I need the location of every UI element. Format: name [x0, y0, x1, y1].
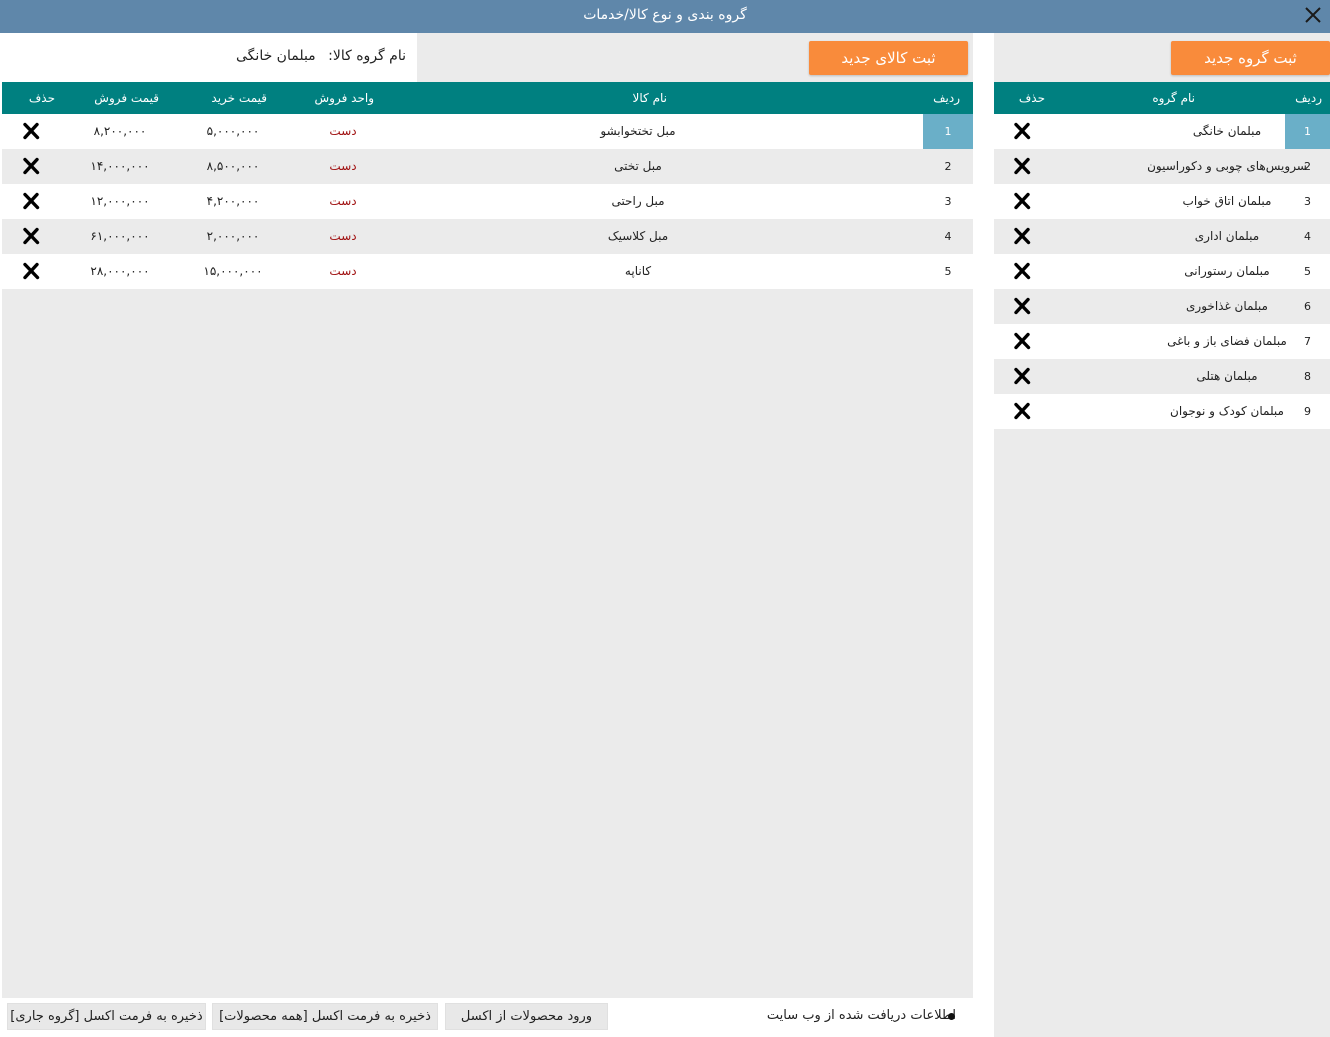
group-row[interactable]: 9 مبلمان کودک و نوجوان: [994, 394, 1330, 429]
group-row[interactable]: 5 مبلمان رستورانی: [994, 254, 1330, 289]
status-text: اطلاعات دریافت شده از وب سایت: [766, 1008, 956, 1023]
window-title: گروه بندی و نوع کالا/خدمات: [583, 7, 747, 23]
new-product-button[interactable]: ثبت کالای جدید: [809, 41, 968, 75]
row-number: 5: [944, 265, 952, 278]
group-row[interactable]: 3 مبلمان اتاق خواب: [994, 184, 1330, 219]
delete-icon[interactable]: [1013, 122, 1031, 140]
delete-icon[interactable]: [22, 122, 40, 140]
group-name-cell: سرویس‌های چوبی و دکوراسیون: [1147, 159, 1307, 173]
product-row[interactable]: 4 مبل کلاسیک دست ۲,۰۰۰,۰۰۰ ۶۱,۰۰۰,۰۰۰: [2, 219, 973, 254]
row-number: 4: [944, 230, 952, 243]
close-icon[interactable]: [1302, 4, 1324, 26]
buy-price-cell: ۵,۰۰۰,۰۰۰: [206, 124, 260, 138]
product-row[interactable]: 3 مبل راحتی دست ۴,۲۰۰,۰۰۰ ۱۲,۰۰۰,۰۰۰: [2, 184, 973, 219]
sell-price-cell: ۱۴,۰۰۰,۰۰۰: [90, 159, 150, 173]
header-group-name: نام گروه: [1152, 91, 1195, 105]
delete-icon[interactable]: [1013, 332, 1031, 350]
group-name-cell: مبلمان فضای باز و باغی: [1167, 334, 1287, 348]
buy-price-cell: ۸,۵۰۰,۰۰۰: [206, 159, 260, 173]
delete-icon[interactable]: [1013, 402, 1031, 420]
export-all-products-button[interactable]: ذخیره به فرمت اکسل [همه محصولات]: [212, 1003, 438, 1030]
group-name-cell: مبلمان غذاخوری: [1186, 299, 1268, 313]
group-name-cell: مبلمان هتلی: [1196, 369, 1258, 383]
product-name-cell: مبل کلاسیک: [607, 229, 669, 243]
delete-icon[interactable]: [1013, 157, 1031, 175]
header-row-number: ردیف: [933, 91, 960, 105]
sell-price-cell: ۲۸,۰۰۰,۰۰۰: [90, 264, 150, 278]
buy-price-cell: ۱۵,۰۰۰,۰۰۰: [203, 264, 263, 278]
group-name-cell: مبلمان رستورانی: [1184, 264, 1270, 278]
delete-icon[interactable]: [1013, 227, 1031, 245]
delete-icon[interactable]: [22, 157, 40, 175]
sale-unit-cell: دست: [329, 264, 357, 278]
group-row[interactable]: 7 مبلمان فضای باز و باغی: [994, 324, 1330, 359]
row-number: 1: [923, 114, 973, 149]
header-delete: حذف: [28, 91, 55, 105]
group-name-cell: مبلمان کودک و نوجوان: [1170, 404, 1284, 418]
group-row[interactable]: 2 سرویس‌های چوبی و دکوراسیون: [994, 149, 1330, 184]
products-table-header: ردیف نام کالا واحد فروش قیمت خرید قیمت ف…: [2, 82, 973, 114]
product-row[interactable]: 5 کاناپه دست ۱۵,۰۰۰,۰۰۰ ۲۸,۰۰۰,۰۰۰: [2, 254, 973, 289]
delete-icon[interactable]: [1013, 192, 1031, 210]
product-name-cell: مبل راحتی: [611, 194, 665, 208]
product-row[interactable]: 2 مبل تختی دست ۸,۵۰۰,۰۰۰ ۱۴,۰۰۰,۰۰۰: [2, 149, 973, 184]
delete-icon[interactable]: [1013, 297, 1031, 315]
header-buy-price: قیمت خرید: [211, 91, 267, 105]
group-name-cell: مبلمان خانگی: [1192, 124, 1262, 138]
row-number: 3: [944, 195, 952, 208]
buy-price-cell: ۴,۲۰۰,۰۰۰: [206, 194, 260, 208]
delete-icon[interactable]: [1013, 262, 1031, 280]
delete-icon[interactable]: [22, 227, 40, 245]
row-number: 2: [944, 160, 952, 173]
delete-icon[interactable]: [22, 262, 40, 280]
sale-unit-cell: دست: [329, 194, 357, 208]
header-row-number: ردیف: [1295, 91, 1322, 105]
product-name-cell: مبل تختی: [614, 159, 662, 173]
import-from-excel-button[interactable]: ورود محصولات از اکسل: [445, 1003, 608, 1030]
product-row[interactable]: 1 مبل تختخوابشو دست ۵,۰۰۰,۰۰۰ ۸,۲۰۰,۰۰۰: [2, 114, 973, 149]
sale-unit-cell: دست: [329, 229, 357, 243]
sale-unit-cell: دست: [329, 159, 357, 173]
product-name-cell: مبل تختخوابشو: [600, 124, 676, 138]
sale-unit-cell: دست: [329, 124, 357, 138]
header-product-name: نام کالا: [632, 91, 667, 105]
group-row[interactable]: 8 مبلمان هتلی: [994, 359, 1330, 394]
group-name-cell: مبلمان اداری: [1194, 229, 1260, 243]
header-sell-price: قیمت فروش: [94, 91, 159, 105]
delete-icon[interactable]: [1013, 367, 1031, 385]
status-dot-icon: [948, 1013, 955, 1020]
sell-price-cell: ۱۲,۰۰۰,۰۰۰: [90, 194, 150, 208]
product-name-cell: کاناپه: [624, 264, 652, 278]
products-table: ردیف نام کالا واحد فروش قیمت خرید قیمت ف…: [2, 82, 973, 289]
group-name-value: مبلمان خانگی: [236, 48, 316, 64]
new-group-button[interactable]: ثبت گروه جدید: [1171, 41, 1330, 75]
header-delete: حذف: [1018, 91, 1045, 105]
group-row[interactable]: 1 مبلمان خانگی: [994, 114, 1330, 149]
delete-icon[interactable]: [22, 192, 40, 210]
groups-table-header: ردیف نام گروه حذف: [994, 82, 1330, 114]
groups-table: ردیف نام گروه حذف 1 مبلمان خانگی 2 سرویس‌ها…: [994, 82, 1330, 429]
buy-price-cell: ۲,۰۰۰,۰۰۰: [206, 229, 260, 243]
header-sale-unit: واحد فروش: [314, 91, 374, 105]
group-name-cell: مبلمان اتاق خواب: [1182, 194, 1272, 208]
group-row[interactable]: 6 مبلمان غذاخوری: [994, 289, 1330, 324]
title-bar: گروه بندی و نوع کالا/خدمات: [0, 0, 1330, 33]
sell-price-cell: ۸,۲۰۰,۰۰۰: [93, 124, 147, 138]
group-name-label: نام گروه کالا: مبلمان خانگی: [236, 48, 406, 64]
group-row[interactable]: 4 مبلمان اداری: [994, 219, 1330, 254]
sell-price-cell: ۶۱,۰۰۰,۰۰۰: [90, 229, 150, 243]
group-name-caption: نام گروه کالا:: [328, 48, 406, 64]
export-current-group-button[interactable]: ذخیره به فرمت اکسل [گروه جاری]: [7, 1003, 206, 1030]
